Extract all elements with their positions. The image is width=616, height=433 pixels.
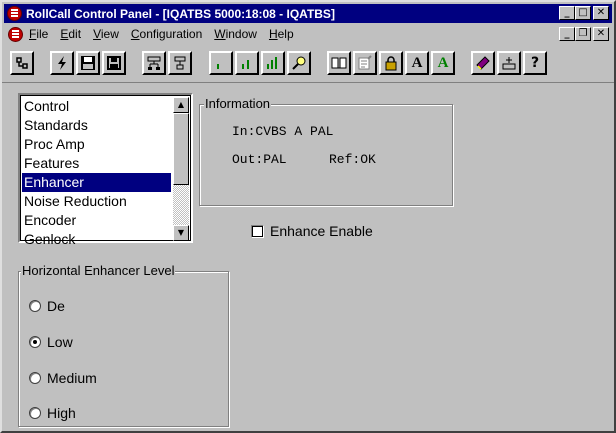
save-all-button[interactable] (102, 51, 126, 75)
list-scrollbar[interactable]: ▲ ▼ (173, 97, 189, 241)
question-mark-icon: ? (530, 55, 540, 71)
document-system-menu-icon[interactable] (8, 26, 23, 42)
menu-view[interactable]: View (93, 27, 119, 41)
device-tree-icon (147, 56, 161, 70)
maximize-button[interactable]: □ (575, 6, 591, 20)
menu-help[interactable]: Help (269, 27, 294, 41)
horizontal-enhancer-level-group: Horizontal Enhancer Level De Low Medium … (18, 263, 229, 427)
rollcall-app-icon[interactable] (7, 6, 22, 21)
reference-status: Ref:OK (329, 152, 376, 167)
enhance-enable-checkbox[interactable]: Enhance Enable (251, 223, 373, 239)
connect-button[interactable] (10, 51, 34, 75)
single-device-button[interactable] (168, 51, 192, 75)
radio-low-label: Low (47, 334, 73, 350)
notebook-icon (476, 56, 490, 70)
mdi-close-button[interactable]: ✕ (593, 27, 609, 41)
scroll-thumb[interactable] (173, 113, 189, 185)
menu-bar: File Edit View Configuration Window Help… (4, 25, 612, 43)
menu-window[interactable]: Window (214, 27, 257, 41)
scroll-down-arrow-icon[interactable]: ▼ (173, 225, 189, 241)
notes-button[interactable] (471, 51, 495, 75)
font-color-button[interactable]: A (431, 51, 455, 75)
lightning-icon (58, 56, 66, 70)
menu-edit[interactable]: Edit (60, 27, 81, 41)
list-item-control[interactable]: Control (22, 97, 171, 116)
font-button[interactable]: A (405, 51, 429, 75)
radio-medium[interactable]: Medium (29, 370, 97, 386)
level-medium-button[interactable] (235, 51, 259, 75)
window-title: RollCall Control Panel - [IQATBS 5000:18… (26, 6, 335, 21)
minimize-button[interactable]: _ (559, 6, 575, 20)
list-item-enhancer[interactable]: Enhancer (22, 173, 171, 192)
list-item-proc-amp[interactable]: Proc Amp (22, 135, 171, 154)
menu-file[interactable]: File (29, 27, 48, 41)
radio-low[interactable]: Low (29, 334, 73, 350)
network-icon (16, 57, 28, 69)
radio-high-label: High (47, 405, 76, 421)
list-item-genlock[interactable]: Genlock (22, 230, 171, 249)
bar-level-1-icon (217, 64, 219, 69)
list-item-noise-reduction[interactable]: Noise Reduction (22, 192, 171, 211)
enhancer-level-title: Horizontal Enhancer Level (21, 263, 176, 278)
level-high-button[interactable] (261, 51, 285, 75)
mdi-minimize-button[interactable]: _ (559, 27, 575, 41)
enhancer-panel: Control Standards Proc Amp Features Enha… (2, 82, 614, 432)
network-device-button[interactable] (142, 51, 166, 75)
settings-button[interactable] (497, 51, 521, 75)
radio-button[interactable] (29, 300, 41, 312)
save-button[interactable] (76, 51, 100, 75)
bar-level-3-icon (267, 57, 277, 69)
settings-panel-icon (502, 57, 516, 70)
radio-button[interactable] (29, 336, 41, 348)
information-group: Information In:CVBS A PAL Out:PAL Ref:OK (199, 96, 453, 206)
text-a-icon: A (411, 54, 423, 71)
list-item-features[interactable]: Features (22, 154, 171, 173)
open-book-icon (331, 57, 347, 69)
list-item-standards[interactable]: Standards (22, 116, 171, 135)
quick-action-button[interactable] (50, 51, 74, 75)
radio-high[interactable]: High (29, 405, 76, 421)
close-button[interactable]: ✕ (593, 6, 609, 20)
radio-button[interactable] (29, 407, 41, 419)
radio-button[interactable] (29, 372, 41, 384)
information-title: Information (204, 96, 272, 111)
menu-configuration[interactable]: Configuration (131, 27, 202, 41)
mdi-restore-button[interactable]: ❐ (575, 27, 591, 41)
lock-button[interactable] (379, 51, 403, 75)
form-edit-icon (358, 55, 372, 70)
level-low-button[interactable] (209, 51, 233, 75)
toolbar: A A ? (4, 45, 612, 79)
help-button[interactable]: ? (523, 51, 547, 75)
list-item-encoder[interactable]: Encoder (22, 211, 171, 230)
output-status: Out:PAL (232, 152, 287, 167)
edit-form-button[interactable] (353, 51, 377, 75)
checkbox-box[interactable] (251, 224, 264, 238)
enhance-enable-label: Enhance Enable (270, 223, 373, 239)
scroll-up-arrow-icon[interactable]: ▲ (173, 97, 189, 113)
floppy-disk-icon (81, 56, 95, 70)
bar-level-2-icon (242, 60, 249, 69)
radio-de-label: De (47, 298, 65, 314)
main-window: RollCall Control Panel - [IQATBS 5000:18… (0, 0, 616, 433)
radio-medium-label: Medium (47, 370, 97, 386)
disk-stack-icon (107, 56, 121, 70)
category-listbox[interactable]: Control Standards Proc Amp Features Enha… (18, 93, 193, 247)
device-icon (174, 56, 186, 70)
green-a-icon: A (437, 54, 449, 71)
manual-button[interactable] (327, 51, 351, 75)
title-bar[interactable]: RollCall Control Panel - [IQATBS 5000:18… (4, 4, 612, 23)
radio-de[interactable]: De (29, 298, 65, 314)
input-status: In:CVBS A PAL (232, 124, 334, 139)
padlock-icon (385, 56, 397, 71)
magnifier-icon (292, 56, 306, 70)
search-button[interactable] (287, 51, 311, 75)
